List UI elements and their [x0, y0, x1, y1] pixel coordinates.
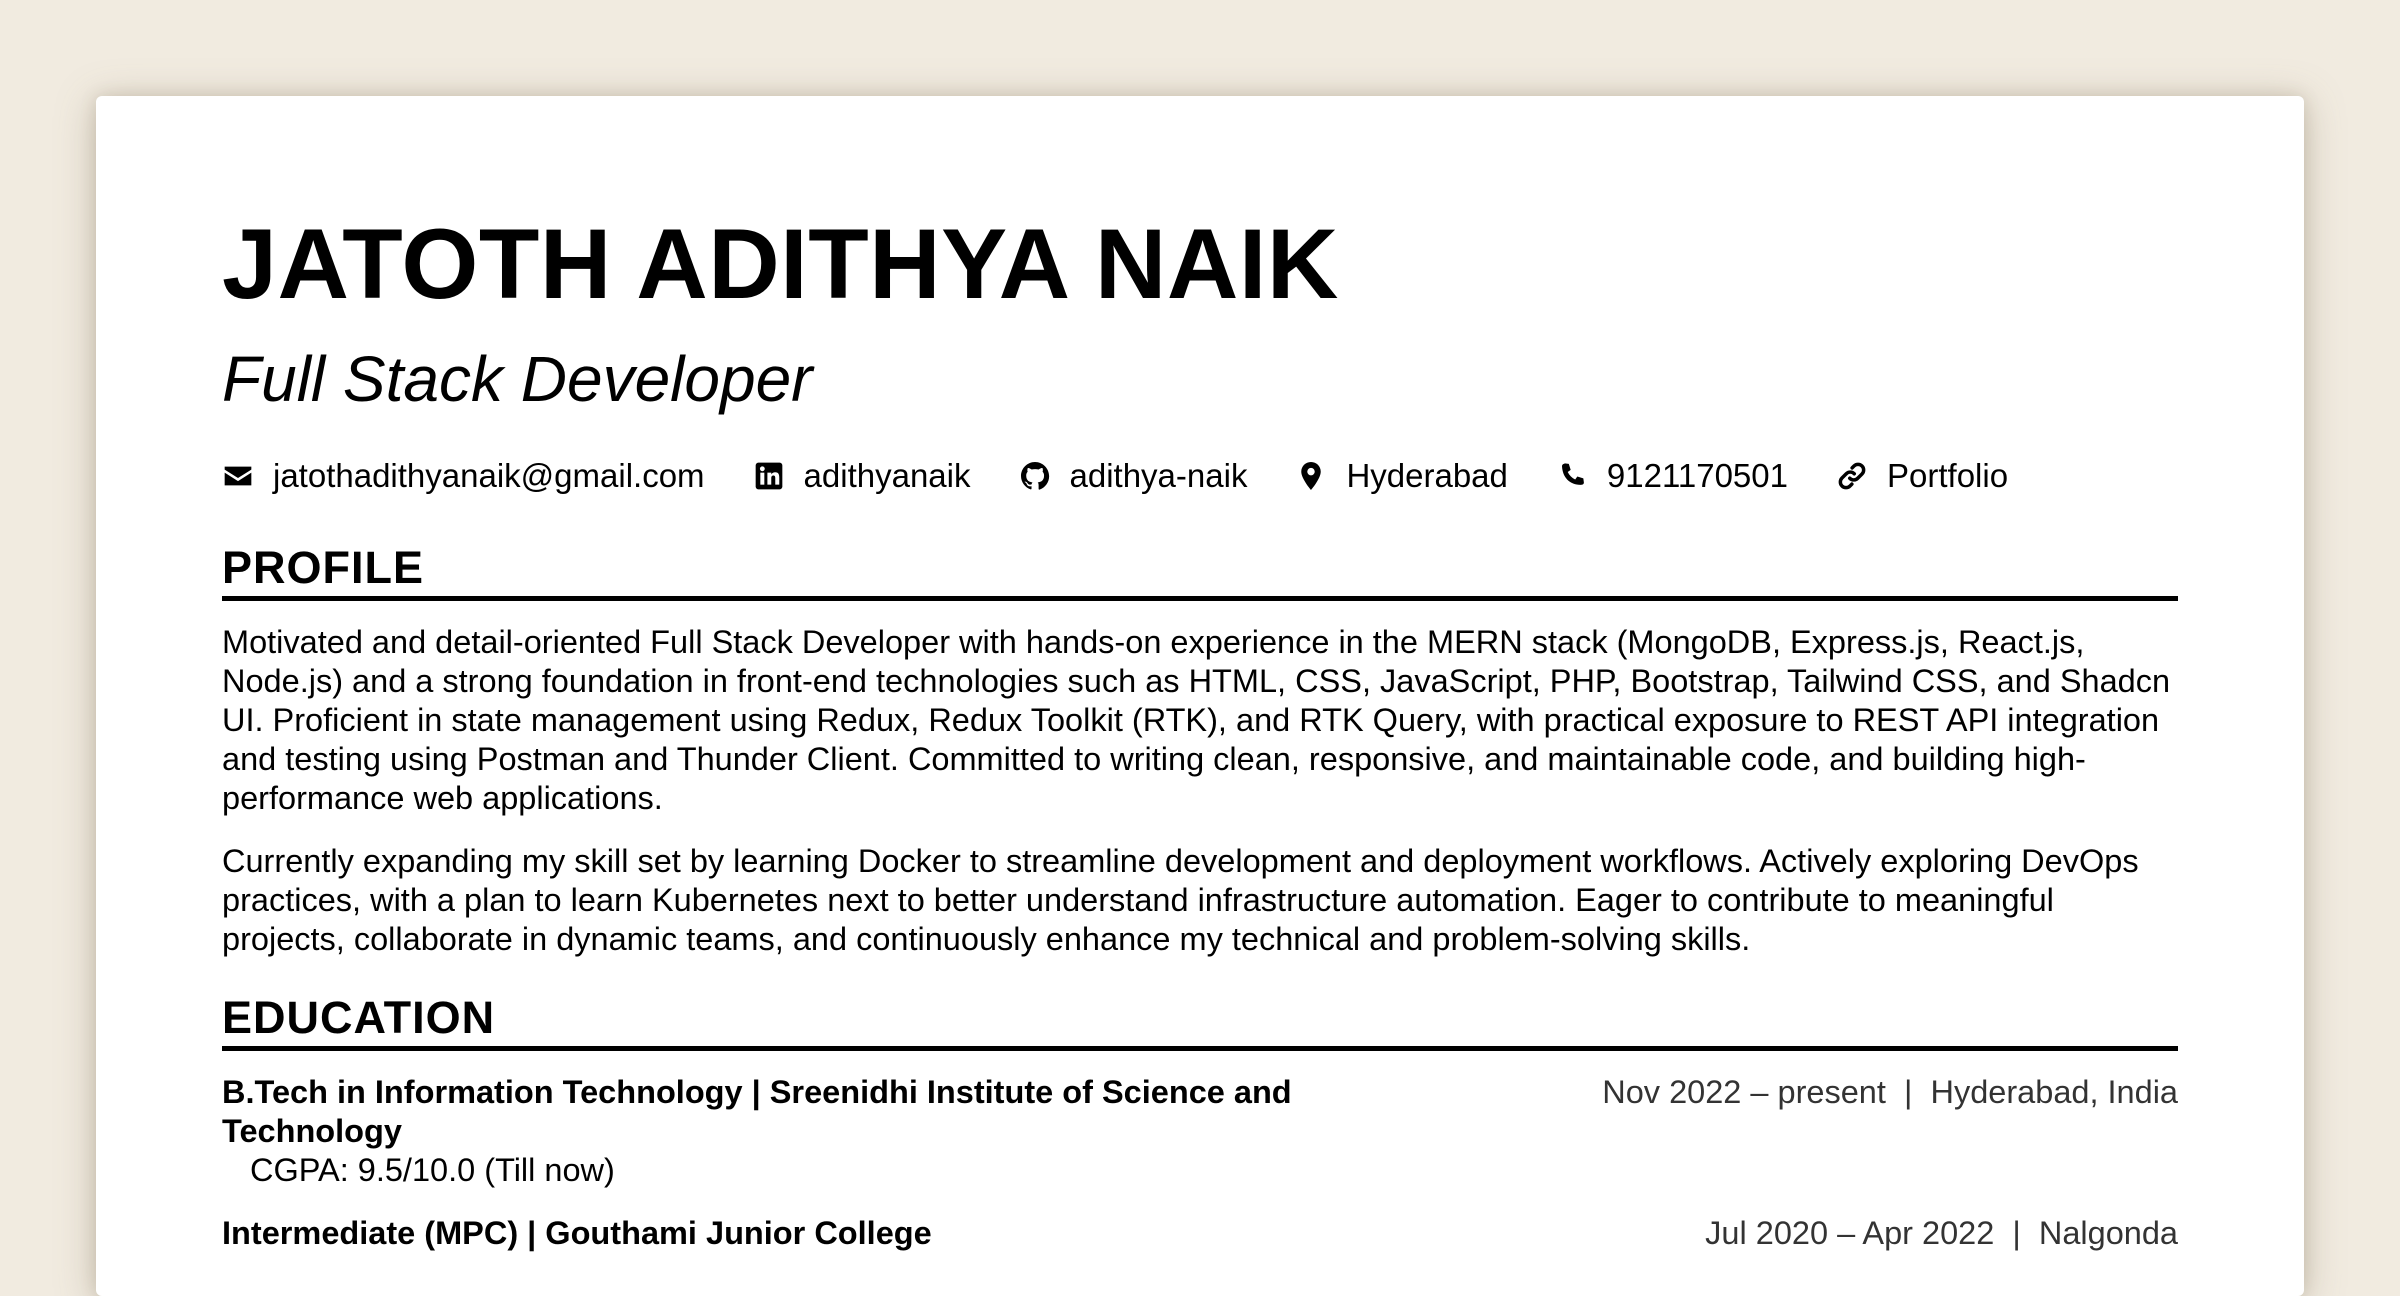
- envelope-icon: [222, 460, 254, 492]
- education-heading: EDUCATION: [222, 995, 2178, 1051]
- education-title: Intermediate (MPC) | Gouthami Junior Col…: [222, 1215, 932, 1251]
- resume-page: JATOTH ADITHYA NAIK Full Stack Developer…: [96, 96, 2304, 1296]
- contact-phone-text: 9121170501: [1606, 457, 1788, 494]
- contact-portfolio[interactable]: Portfolio: [1836, 457, 2008, 495]
- resume-content: JATOTH ADITHYA NAIK Full Stack Developer…: [222, 214, 2178, 1253]
- contact-github[interactable]: adithya-naik: [1019, 457, 1248, 495]
- education-meta: Jul 2020 – Apr 2022 | Nalgonda: [1705, 1215, 2178, 1251]
- contact-linkedin[interactable]: adithyanaik: [753, 457, 971, 495]
- education-section: EDUCATION B.Tech in Information Technolo…: [222, 995, 2178, 1253]
- contact-location: Hyderabad: [1295, 457, 1508, 495]
- education-item: B.Tech in Information Technology | Sreen…: [222, 1073, 2178, 1151]
- profile-heading: PROFILE: [222, 545, 2178, 601]
- education-item: Intermediate (MPC) | Gouthami Junior Col…: [222, 1214, 2178, 1253]
- contact-email-text: jatothadithyanaik@gmail.com: [273, 457, 705, 494]
- contact-location-text: Hyderabad: [1346, 457, 1508, 494]
- github-icon: [1019, 460, 1051, 492]
- profile-section: PROFILE Motivated and detail-oriented Fu…: [222, 545, 2178, 959]
- linkedin-icon: [753, 460, 785, 492]
- contact-bar: jatothadithyanaik@gmail.com adithyanaik …: [222, 451, 2178, 501]
- education-detail: CGPA: 9.5/10.0 (Till now): [250, 1152, 615, 1188]
- profile-paragraph: Currently expanding my skill set by lear…: [222, 843, 2139, 957]
- contact-portfolio-text: Portfolio: [1887, 457, 2009, 494]
- candidate-role: Full Stack Developer: [222, 343, 813, 415]
- education-item-left: B.Tech in Information Technology | Sreen…: [222, 1073, 1352, 1151]
- education-title: B.Tech in Information Technology | Sreen…: [222, 1074, 1292, 1149]
- contact-github-text: adithya-naik: [1069, 457, 1248, 494]
- contact-phone[interactable]: 9121170501: [1556, 457, 1788, 495]
- education-item-left: Intermediate (MPC) | Gouthami Junior Col…: [222, 1214, 1352, 1253]
- contact-email[interactable]: jatothadithyanaik@gmail.com: [222, 457, 705, 495]
- education-meta: Nov 2022 – present | Hyderabad, India: [1602, 1074, 2178, 1110]
- phone-icon: [1556, 460, 1588, 492]
- location-pin-icon: [1295, 460, 1327, 492]
- candidate-name: JATOTH ADITHYA NAIK: [222, 208, 1339, 319]
- profile-paragraph: Motivated and detail-oriented Full Stack…: [222, 624, 2171, 816]
- contact-linkedin-text: adithyanaik: [803, 457, 971, 494]
- link-icon: [1836, 460, 1868, 492]
